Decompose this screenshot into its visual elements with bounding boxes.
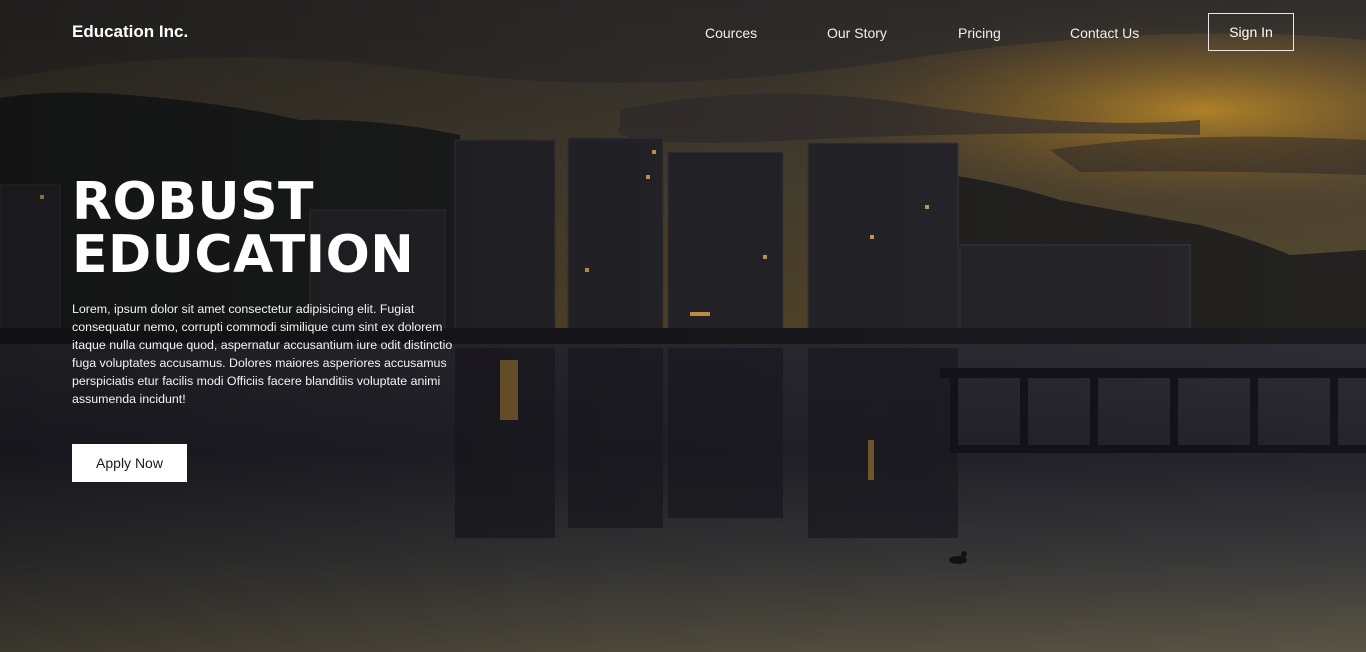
hero-description: Lorem, ipsum dolor sit amet consectetur … [72,302,453,406]
nav-link-contact-us[interactable]: Contact Us [1070,25,1139,41]
brand-logo[interactable]: Education Inc. [72,22,188,42]
hero-section: Education Inc. Cources Our Story Pricing… [0,0,1366,652]
nav-link-courses[interactable]: Cources [705,25,757,41]
hero-headline: ROBUST EDUCATION [72,176,414,282]
nav-link-our-story[interactable]: Our Story [827,25,887,41]
top-navbar: Education Inc. Cources Our Story Pricing… [0,0,1366,66]
nav-link-pricing[interactable]: Pricing [958,25,1001,41]
sign-in-button[interactable]: Sign In [1208,13,1294,51]
hero-headline-line-1: ROBUST [72,172,315,232]
hero-headline-line-2: EDUCATION [72,225,415,285]
apply-now-button[interactable]: Apply Now [72,444,187,482]
